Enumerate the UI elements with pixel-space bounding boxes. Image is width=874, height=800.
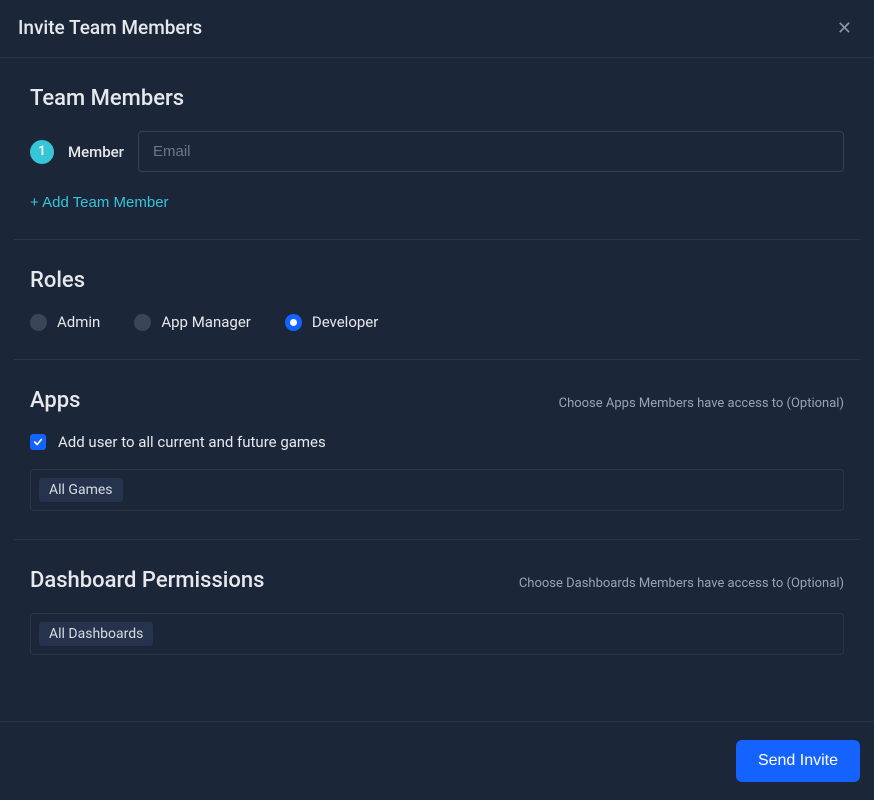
role-label: Admin	[57, 313, 100, 331]
add-team-member-link[interactable]: + Add Team Member	[30, 194, 169, 211]
dashboard-title: Dashboard Permissions	[30, 568, 264, 593]
member-label: Member	[68, 143, 124, 161]
dialog-header: Invite Team Members ✕	[0, 0, 874, 58]
role-radio-admin[interactable]: Admin	[30, 313, 100, 331]
close-icon: ✕	[837, 18, 852, 38]
apps-checkbox-row[interactable]: Add user to all current and future games	[30, 433, 844, 451]
roles-row: Admin App Manager Developer	[30, 313, 844, 331]
radio-icon	[285, 314, 302, 331]
team-members-section: Team Members 1 Member + Add Team Member	[14, 58, 860, 240]
dialog-title: Invite Team Members	[18, 16, 202, 39]
email-input[interactable]	[138, 131, 844, 172]
dashboard-permissions-section: Dashboard Permissions Choose Dashboards …	[14, 540, 860, 683]
role-radio-app-manager[interactable]: App Manager	[134, 313, 251, 331]
apps-hint: Choose Apps Members have access to (Opti…	[559, 396, 844, 411]
member-index-badge: 1	[30, 140, 54, 164]
dashboard-hint: Choose Dashboards Members have access to…	[519, 576, 844, 591]
roles-section: Roles Admin App Manager Developer	[14, 240, 860, 360]
send-invite-button[interactable]: Send Invite	[736, 740, 860, 782]
roles-title: Roles	[30, 268, 85, 293]
radio-icon	[134, 314, 151, 331]
role-label: Developer	[312, 313, 379, 331]
checkbox-icon	[30, 434, 46, 450]
dashboard-chip[interactable]: All Dashboards	[39, 622, 153, 646]
dialog-footer: Send Invite	[0, 721, 874, 800]
apps-checkbox-label: Add user to all current and future games	[58, 433, 326, 451]
apps-chip-area[interactable]: All Games	[30, 469, 844, 511]
role-radio-developer[interactable]: Developer	[285, 313, 379, 331]
close-button[interactable]: ✕	[833, 19, 856, 37]
dialog-content: Team Members 1 Member + Add Team Member …	[0, 58, 874, 683]
apps-title: Apps	[30, 388, 80, 413]
team-members-title: Team Members	[30, 86, 184, 111]
apps-section: Apps Choose Apps Members have access to …	[14, 360, 860, 540]
apps-chip[interactable]: All Games	[39, 478, 123, 502]
radio-icon	[30, 314, 47, 331]
role-label: App Manager	[161, 313, 251, 331]
member-row: 1 Member	[30, 131, 844, 172]
dashboard-chip-area[interactable]: All Dashboards	[30, 613, 844, 655]
